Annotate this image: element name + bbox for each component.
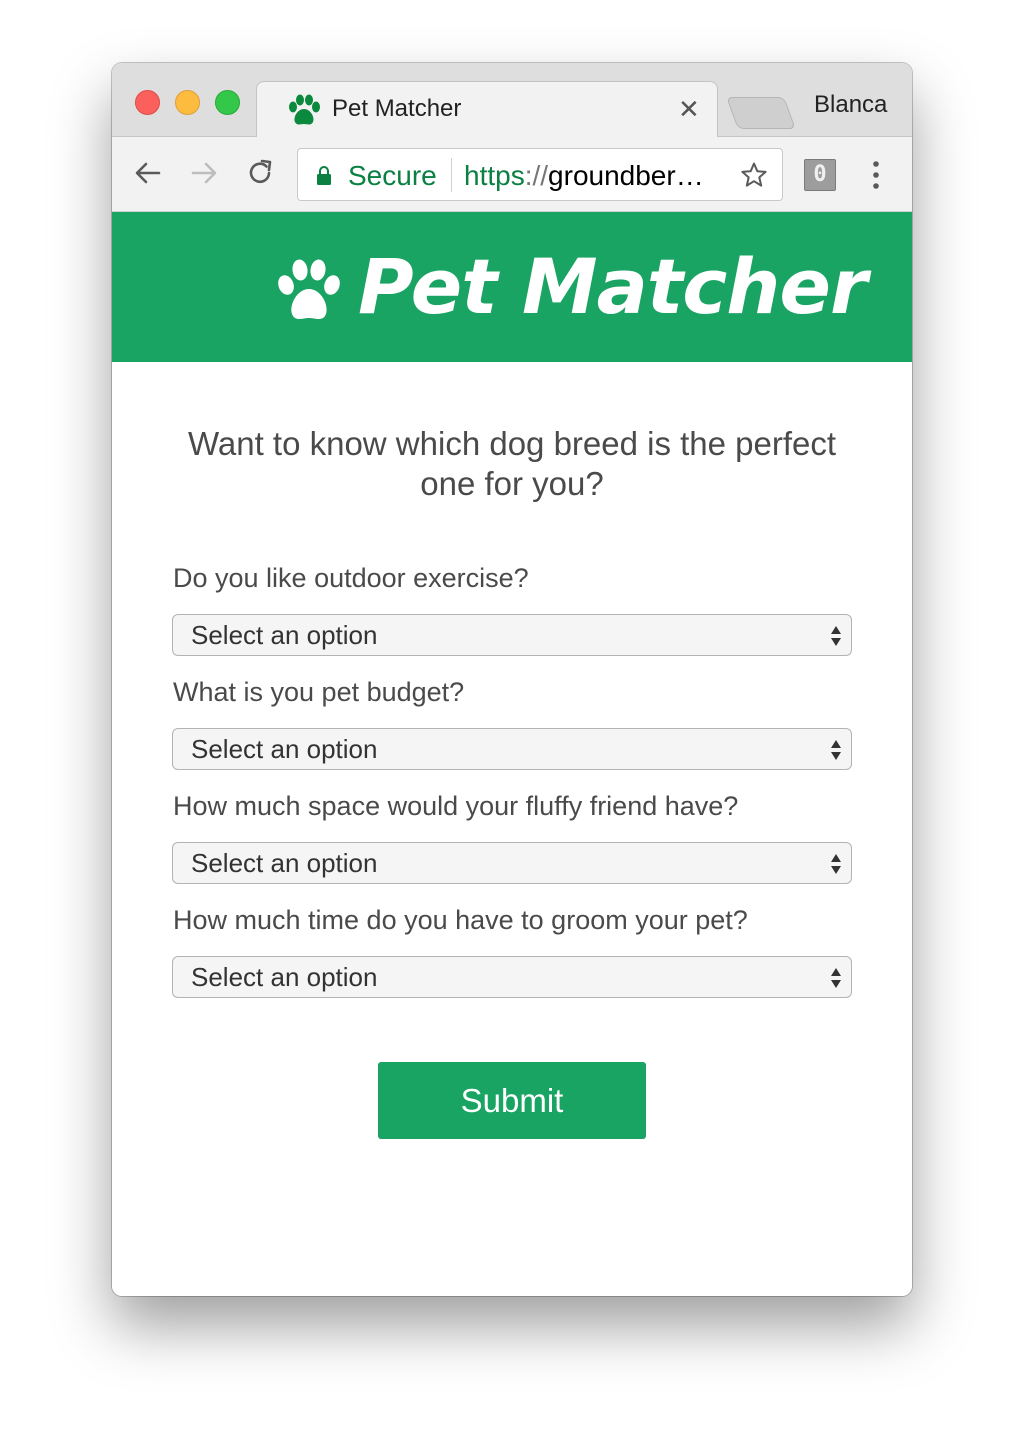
brand-title: Pet Matcher [358,242,867,331]
maximize-window-button[interactable] [215,90,240,115]
select-arrows-icon [831,626,841,646]
close-window-button[interactable] [135,90,160,115]
space-select[interactable]: Select an option [172,842,852,884]
url-text[interactable]: https://groundber… [464,160,734,192]
select-arrows-icon [831,968,841,988]
browser-tab[interactable] [256,81,718,138]
url-separator: :// [524,160,549,191]
new-tab-button[interactable] [726,97,796,129]
submit-button[interactable]: Submit [378,1062,646,1139]
extension-icon[interactable]: 0 [804,159,836,191]
question-label: How much space would your fluffy friend … [173,791,739,821]
paw-icon [289,94,320,125]
select-value: Select an option [191,620,378,650]
exercise-select[interactable]: Select an option [172,614,852,656]
address-divider [451,158,452,192]
address-bar[interactable]: Secure https://groundber… [297,148,783,201]
lock-icon [317,166,331,185]
page-headline: Want to know which dog breed is the perf… [187,425,837,502]
select-value: Select an option [191,962,378,992]
browser-toolbar: Secure https://groundber… 0 [112,137,912,212]
page-content: Pet Matcher Want to know which dog breed… [112,212,912,1296]
profile-name[interactable]: Blanca [814,91,887,119]
question-label: How much time do you have to groom your … [173,905,748,935]
more-menu-icon[interactable] [872,159,880,191]
select-value: Select an option [191,734,378,764]
question-label: What is you pet budget? [173,677,465,707]
select-value: Select an option [191,848,378,878]
back-icon[interactable] [132,157,164,189]
reload-icon[interactable] [244,157,276,189]
paw-icon [278,259,340,319]
budget-select[interactable]: Select an option [172,728,852,770]
question-label: Do you like outdoor exercise? [173,563,529,593]
browser-window: Pet Matcher ✕ Blanca Secure https://grou… [112,63,912,1296]
secure-label: Secure [348,160,437,191]
select-arrows-icon [831,740,841,760]
forward-icon[interactable] [188,157,220,189]
url-host: groundber… [548,160,704,191]
header-banner: Pet Matcher [112,212,912,362]
grooming-select[interactable]: Select an option [172,956,852,998]
minimize-window-button[interactable] [175,90,200,115]
select-arrows-icon [831,854,841,874]
url-scheme: https [464,160,525,191]
tab-close-icon[interactable]: ✕ [678,93,700,125]
title-bar: Pet Matcher ✕ Blanca [112,63,912,138]
bookmark-star-icon[interactable] [740,161,768,189]
tab-title: Pet Matcher [332,95,462,122]
